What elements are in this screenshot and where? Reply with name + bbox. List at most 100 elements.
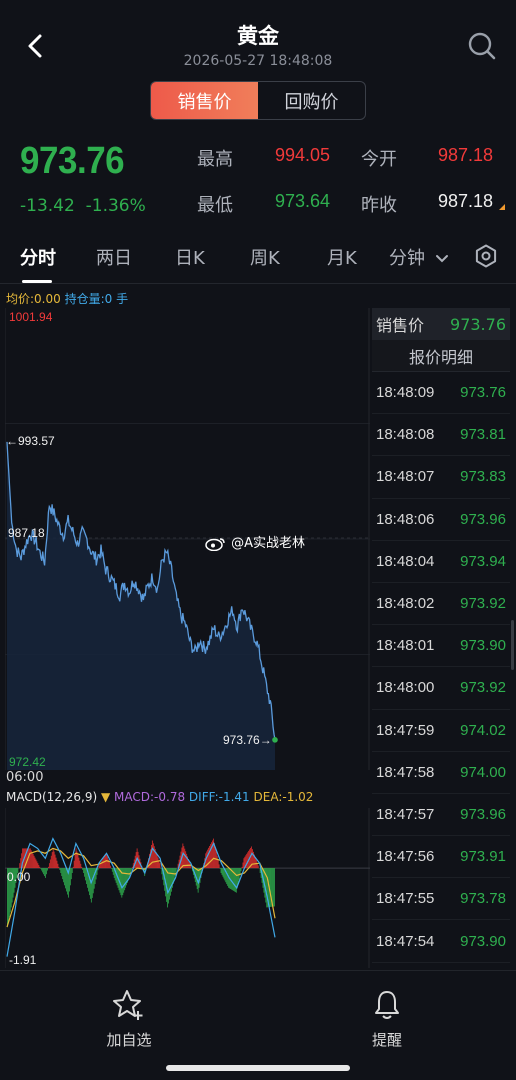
period-tabs: 分时 两日 日K 周K 月K 分钟	[0, 230, 516, 284]
macd-bar	[238, 868, 240, 880]
macd-bar	[112, 868, 114, 875]
avg-hold-info: 均价:0.00 持仓量:0 手	[6, 290, 128, 307]
alert-button[interactable]: 提醒	[342, 989, 432, 1050]
add-favorite-button[interactable]: 加自选	[84, 989, 174, 1050]
macd-bar	[265, 868, 267, 903]
sell-price-tab[interactable]: 销售价	[151, 82, 258, 119]
macd-bar	[210, 844, 211, 869]
quote-time: 18:47:58	[376, 763, 435, 781]
buyback-price-tab[interactable]: 回购价	[258, 82, 365, 119]
macd-bar	[82, 868, 84, 870]
macd-bar	[103, 857, 105, 869]
macd-bar	[42, 868, 44, 873]
quote-sell-label: 销售价	[376, 316, 425, 335]
macd-bar	[37, 863, 39, 869]
tab-intraday[interactable]: 分时	[20, 244, 56, 270]
gear-icon[interactable]	[474, 244, 498, 268]
macd-chart-svg	[4, 808, 370, 968]
macd-title: MACD(12,26,9)	[6, 790, 98, 804]
macd-bar	[226, 868, 228, 885]
tab-minute[interactable]: 分钟	[389, 244, 449, 270]
macd-bar	[101, 861, 103, 869]
quote-sell-price: 973.76	[450, 314, 506, 334]
change-value: -13.42	[20, 196, 75, 216]
macd-bar	[80, 863, 82, 869]
macd-bar	[38, 865, 40, 869]
macd-bar	[174, 868, 176, 876]
last-price-dot	[272, 737, 278, 743]
tab-weekly-k[interactable]: 周K	[250, 244, 280, 270]
macd-bar	[152, 843, 154, 869]
macd-bar	[71, 868, 73, 874]
quote-row: 18:48:08 973.81	[372, 414, 510, 457]
macd-bar	[66, 868, 67, 892]
quote-price: 973.90	[460, 637, 506, 655]
macd-bar	[102, 859, 104, 869]
macd-bar	[109, 862, 110, 869]
macd-bar	[97, 868, 99, 871]
current-price: 973.76	[20, 140, 125, 182]
chevron-down-icon	[435, 255, 448, 263]
macd-bar	[99, 864, 101, 869]
macd-chart[interactable]: 0.00 -1.91	[4, 808, 370, 968]
scrollbar[interactable]	[511, 620, 514, 670]
dea-line	[6, 847, 276, 928]
intraday-chart[interactable]: 1001.94 ←993.57 987.18 973.76→ 972.42	[4, 308, 370, 770]
x-start-label: 06:00	[6, 770, 44, 785]
macd-bar	[93, 868, 95, 889]
macd-bar	[41, 868, 43, 871]
macd-bar	[64, 868, 65, 886]
quote-row: 18:48:04 973.94	[372, 541, 510, 583]
open-ref-label: 987.18	[8, 526, 45, 540]
macd-bar	[124, 868, 126, 891]
macd-bar	[47, 868, 48, 871]
quote-time: 18:48:06	[376, 510, 435, 528]
macd-header: MACD(12,26,9) ▼ MACD:-0.78 DIFF:-1.41 DE…	[6, 790, 313, 804]
quote-time: 18:48:02	[376, 595, 435, 613]
home-indicator	[166, 1065, 350, 1071]
macd-bar	[90, 868, 92, 903]
quote-price: 973.92	[460, 595, 506, 613]
tab-minute-label: 分钟	[389, 248, 425, 269]
macd-dropdown-icon[interactable]: ▼	[101, 790, 110, 804]
macd-bar	[59, 868, 61, 870]
macd-bar	[219, 868, 221, 869]
open-value: 987.18	[438, 145, 494, 165]
quote-row: 18:47:56 973.91	[372, 836, 510, 879]
macd-bar	[78, 857, 80, 869]
macd-bar	[110, 865, 111, 869]
macd-bar	[160, 868, 162, 869]
price-type-toggle: 销售价 回购价	[150, 81, 366, 120]
macd-bar	[72, 866, 74, 869]
quote-time: 18:48:07	[376, 468, 435, 486]
quote-panel-header: 销售价 973.76	[372, 308, 510, 340]
macd-bar	[20, 858, 22, 869]
quote-row: 18:48:01 973.90	[372, 625, 510, 668]
quote-time: 18:48:04	[376, 552, 435, 570]
macd-bar	[40, 868, 42, 869]
macd-bar	[69, 868, 71, 886]
watermark-text: @A实战老林	[231, 536, 306, 551]
quote-time: 18:47:54	[376, 932, 435, 950]
macd-bar	[214, 847, 216, 869]
quote-time: 18:48:01	[376, 637, 435, 655]
macd-bar	[33, 855, 35, 869]
quote-time: 18:47:57	[376, 805, 435, 823]
macd-bar	[209, 845, 210, 869]
macd-bar	[35, 859, 37, 869]
macd-bar	[216, 855, 218, 869]
macd-bar	[54, 854, 56, 869]
macd-bar	[274, 868, 275, 907]
macd-bar	[19, 863, 21, 869]
day-high-marker: ←993.57	[6, 434, 55, 448]
tab-daily-k[interactable]: 日K	[175, 244, 205, 270]
macd-bar	[32, 853, 34, 869]
tab-monthly-k[interactable]: 月K	[327, 244, 357, 270]
search-icon[interactable]	[466, 30, 498, 62]
tab-two-day[interactable]: 两日	[96, 244, 132, 270]
macd-bar	[28, 848, 30, 869]
macd-bar	[234, 868, 236, 893]
macd-bar	[91, 868, 93, 898]
hold-volume: 持仓量:0 手	[64, 292, 129, 306]
macd-bar	[217, 860, 219, 869]
